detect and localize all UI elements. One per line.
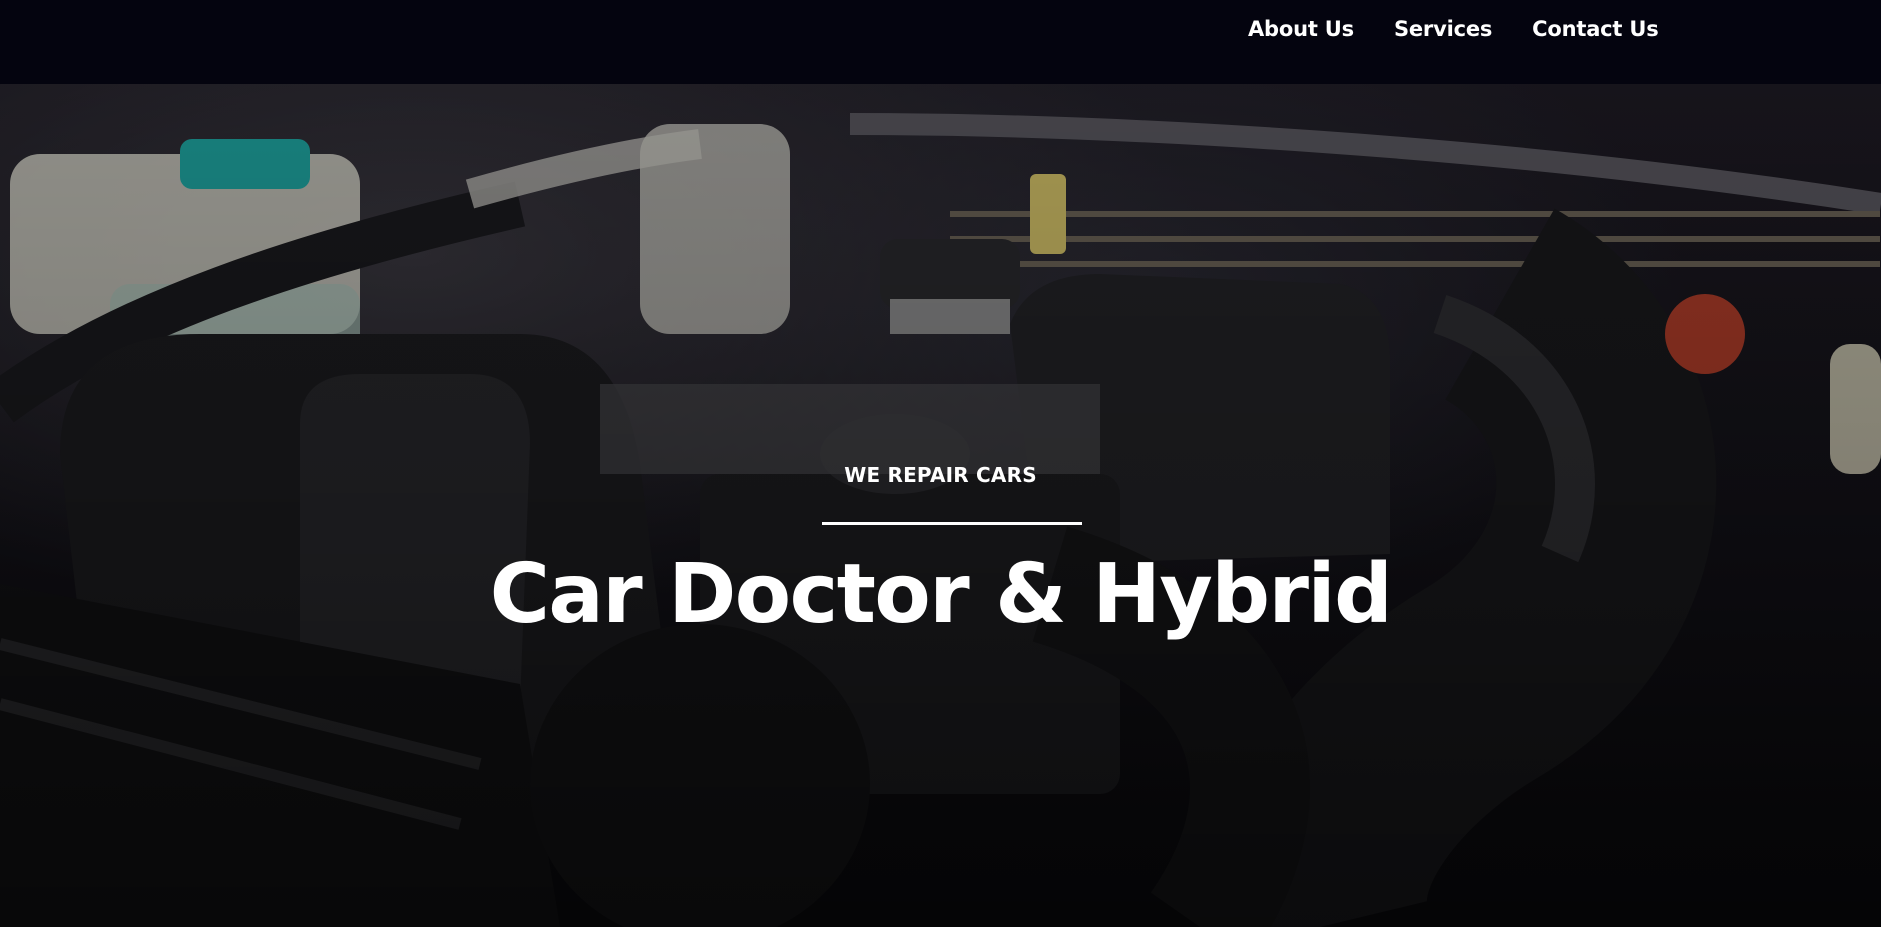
hero-title: Car Doctor & Hybrid xyxy=(489,547,1393,642)
hero-content: WE REPAIR CARS Car Doctor & Hybrid xyxy=(0,84,1881,927)
top-navigation-bar: About Us Services Contact Us xyxy=(0,0,1881,84)
hero-kicker-underline xyxy=(822,522,1082,525)
hero-kicker: WE REPAIR CARS xyxy=(844,463,1037,487)
nav-link-about-us[interactable]: About Us xyxy=(1248,14,1354,44)
nav-link-contact-us[interactable]: Contact Us xyxy=(1532,14,1659,44)
nav-link-services[interactable]: Services xyxy=(1394,14,1492,44)
main-nav: About Us Services Contact Us xyxy=(1248,14,1659,44)
hero-section: WE REPAIR CARS Car Doctor & Hybrid xyxy=(0,84,1881,927)
